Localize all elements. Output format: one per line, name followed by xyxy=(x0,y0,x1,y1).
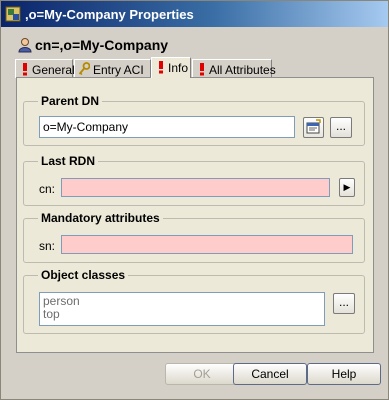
list-item: top xyxy=(43,307,60,321)
exclamation-icon xyxy=(200,63,204,76)
parent-dn-browse-button[interactable]: ... xyxy=(330,117,352,138)
select-entry-button[interactable] xyxy=(303,117,324,138)
object-classes-list[interactable]: person top xyxy=(39,292,325,326)
app-icon xyxy=(5,6,21,22)
parent-dn-input[interactable]: o=My-Company xyxy=(39,116,295,138)
tab-all-attributes[interactable]: All Attributes xyxy=(192,59,276,78)
exclamation-icon xyxy=(23,63,27,76)
last-rdn-group: Last RDN cn: ▶ xyxy=(23,154,365,206)
object-classes-group: Object classes person top ... xyxy=(23,268,365,334)
object-classes-title: Object classes xyxy=(38,268,129,282)
sn-input[interactable] xyxy=(61,235,353,254)
cn-attribute-options-button[interactable]: ▶ xyxy=(339,178,355,197)
browse-entry-icon xyxy=(306,119,321,134)
mandatory-attributes-group: Mandatory attributes sn: xyxy=(23,211,365,263)
help-button[interactable]: Help xyxy=(307,363,381,385)
tab-entry-aci[interactable]: Entry ACI xyxy=(74,59,151,78)
key-icon xyxy=(78,62,90,76)
exclamation-icon xyxy=(159,61,163,74)
object-classes-browse-button[interactable]: ... xyxy=(333,293,355,314)
tab-info[interactable]: Info xyxy=(151,57,191,78)
title-bar[interactable]: ,o=My-Company Properties xyxy=(1,1,388,27)
list-item: person xyxy=(43,294,80,308)
entry-title: cn=,o=My-Company xyxy=(35,37,169,53)
cn-input[interactable] xyxy=(61,178,330,197)
info-tab-panel: Parent DN o=My-Company ... Last RDN cn: … xyxy=(16,77,374,353)
person-icon xyxy=(18,38,32,53)
window-title: ,o=My-Company Properties xyxy=(25,7,194,22)
cn-label: cn: xyxy=(39,182,56,196)
tab-general[interactable]: General xyxy=(15,59,75,78)
last-rdn-title: Last RDN xyxy=(38,154,99,168)
parent-dn-title: Parent DN xyxy=(38,94,103,108)
cancel-button[interactable]: Cancel xyxy=(233,363,307,385)
tab-info-label: Info xyxy=(168,61,189,75)
ok-button[interactable]: OK xyxy=(165,363,239,385)
properties-dialog: ,o=My-Company Properties cn=,o=My-Compan… xyxy=(0,0,389,400)
parent-dn-group: Parent DN o=My-Company ... xyxy=(23,94,365,146)
mandatory-attributes-title: Mandatory attributes xyxy=(38,211,163,225)
sn-label: sn: xyxy=(39,239,56,253)
